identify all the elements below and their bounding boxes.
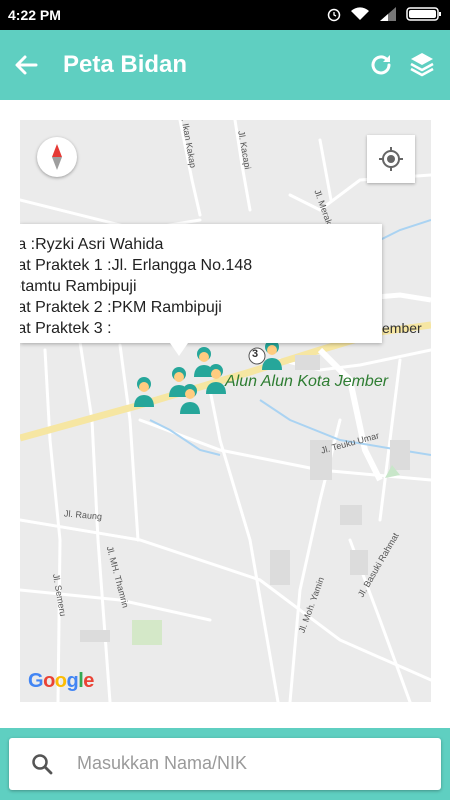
city-label: Jember xyxy=(375,320,422,336)
info-line: yotamtu Rambipuji xyxy=(20,278,137,295)
map-roads xyxy=(20,120,431,702)
info-line: mat Praktek 3 : xyxy=(20,320,112,337)
arrow-left-icon[interactable] xyxy=(12,51,40,79)
compass-icon xyxy=(52,144,62,170)
app-bar: Peta Bidan xyxy=(0,30,450,100)
search-placeholder: Masukkan Nama/NIK xyxy=(77,753,248,773)
my-location-icon xyxy=(379,147,403,171)
info-line: mat Praktek 2 :PKM Rambipuji xyxy=(20,299,222,316)
battery-icon xyxy=(406,7,441,21)
refresh-icon[interactable] xyxy=(367,51,395,79)
search-icon xyxy=(32,754,53,775)
wifi-icon xyxy=(351,7,369,20)
place-label: Alun Alun Kota Jember xyxy=(225,373,389,390)
signal-icon xyxy=(380,7,396,21)
map-view[interactable]: 3 Jl. Ikan Kakap Jl. Kacapi Jl. Merak Jl… xyxy=(20,120,431,702)
info-window-tail xyxy=(170,343,188,356)
info-line: mat Praktek 1 :Jl. Erlangga No.148 xyxy=(20,257,253,274)
midwife-marker-icon[interactable] xyxy=(176,382,204,414)
midwife-marker-icon[interactable] xyxy=(130,375,158,407)
compass-button[interactable] xyxy=(37,137,77,177)
layers-icon[interactable] xyxy=(408,50,436,78)
status-time: 4:22 PM xyxy=(8,7,61,23)
info-line: ma :Ryzki Asri Wahida xyxy=(20,236,164,253)
status-icons xyxy=(326,6,442,22)
search-bar-container: Masukkan Nama/NIK xyxy=(0,728,450,800)
page-title: Peta Bidan xyxy=(63,51,188,78)
search-input[interactable]: Masukkan Nama/NIK xyxy=(9,738,441,790)
info-window[interactable]: ma :Ryzki Asri Wahida mat Praktek 1 :Jl.… xyxy=(20,224,382,343)
google-logo: Google xyxy=(28,670,94,692)
my-location-button[interactable] xyxy=(367,135,415,183)
status-bar: 4:22 PM xyxy=(0,0,450,30)
alarm-icon xyxy=(327,8,341,22)
